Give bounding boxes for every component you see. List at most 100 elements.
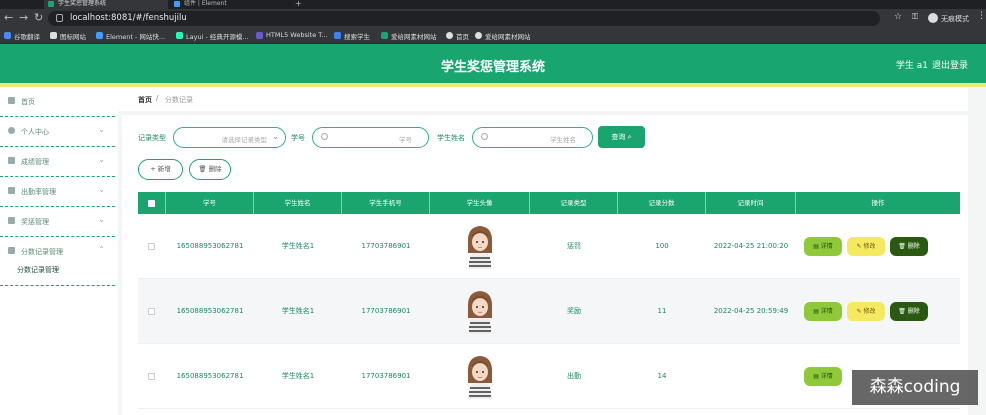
back-icon[interactable]: ← (4, 12, 13, 24)
sidebar-item-reward[interactable]: 奖惩管理 ⌄ (0, 207, 115, 237)
sidebar-item-personal-center[interactable]: 个人中心 ⌄ (0, 117, 115, 147)
logout-link[interactable]: 退出登录 (932, 58, 968, 71)
select-all-checkbox[interactable] (148, 200, 155, 207)
breadcrumb-separator: / (156, 94, 159, 102)
sidebar-item-score-records[interactable]: 分数记录管理 ⌃ (0, 237, 115, 267)
detail-button[interactable]: ▤ 详情 (804, 237, 842, 256)
trash-icon: 🗑 (898, 243, 908, 250)
delete-button[interactable]: 🗑 删除 (890, 237, 928, 256)
add-button[interactable]: + 新增 (138, 159, 183, 180)
browser-tab[interactable]: 组件 | Element (170, 0, 290, 9)
edit-button[interactable]: ✎ 修改 (847, 302, 885, 321)
bookmark-label: 首页 (456, 33, 469, 41)
student-avatar (467, 226, 493, 269)
bookmark-item[interactable]: 爱给网素材网站 (381, 31, 437, 41)
url-field[interactable]: localhost:8081/#/fenshujilu (48, 11, 880, 26)
cell-phone: 17703786901 (361, 372, 411, 380)
chevron-down-icon: ⌄ (98, 155, 105, 164)
bookmark-icon (50, 32, 57, 39)
cell-record-type: 奖励 (567, 307, 581, 315)
bookmark-star-icon[interactable]: ☆ (894, 12, 902, 22)
bookmark-label: 搜索学生 (344, 33, 370, 41)
key-icon[interactable]: ⚿ (912, 12, 918, 22)
student-no-placeholder: 学号 (399, 136, 412, 144)
bookmark-item[interactable]: HTML5 Website T... (256, 31, 328, 39)
bookmark-icon (381, 32, 388, 39)
profile-label[interactable]: 无痕模式 (941, 14, 969, 24)
query-button[interactable]: 查询 ⌕ (598, 126, 645, 148)
record-type-placeholder: 请选择记录类型 (221, 136, 268, 144)
sidebar-item-score-management[interactable]: 成绩管理 ⌄ (0, 147, 115, 177)
row-checkbox[interactable] (148, 373, 155, 380)
record-type-select[interactable]: 请选择记录类型 ⌄ (173, 127, 286, 148)
sidebar-item-label: 分数记录管理 (21, 248, 63, 256)
cell-phone: 17703786901 (361, 242, 411, 250)
column-header: 操作 (871, 199, 885, 207)
bookmark-item[interactable]: 图标网站 (50, 31, 86, 41)
app-header: 学生奖惩管理系统 学生 a1 退出登录 (0, 44, 986, 83)
tab-favicon-icon (48, 1, 54, 7)
bookmark-icon (176, 32, 183, 39)
chevron-down-icon: ⌄ (98, 125, 105, 134)
batch-delete-button[interactable]: 🗑 删除 (189, 159, 231, 180)
browser-tab-active[interactable]: 学生奖惩管理系统 (44, 0, 168, 9)
row-checkbox[interactable] (148, 243, 155, 250)
delete-button[interactable]: 🗑 删除 (890, 302, 928, 321)
score-icon (8, 157, 15, 164)
sidebar-item-label: 首页 (21, 98, 35, 106)
sidebar-item-label: 奖惩管理 (21, 218, 49, 226)
menu-icon[interactable]: ⋮ (977, 11, 986, 21)
user-icon (8, 127, 15, 134)
new-tab-button[interactable]: + (292, 0, 306, 9)
sidebar-item-home[interactable]: 首页 (0, 87, 115, 117)
address-bar-row: ← → ↻ localhost:8081/#/fenshujilu ☆ ⚿ 无痕… (0, 9, 986, 28)
chevron-down-icon: ⌄ (98, 185, 105, 194)
forward-icon[interactable]: → (19, 12, 28, 24)
sidebar-item-label: 出勤率管理 (21, 188, 56, 196)
student-no-input[interactable]: 学号 (312, 127, 429, 148)
cell-student-name: 学生姓名1 (281, 372, 315, 380)
watermark: 森森coding (852, 370, 978, 405)
bookmark-item[interactable]: 爱给网素材网站 (475, 31, 531, 41)
bookmark-item[interactable]: 搜索学生 (334, 31, 370, 41)
incognito-icon[interactable] (928, 13, 938, 23)
bookmark-icon (446, 32, 453, 39)
detail-label: 详情 (820, 308, 833, 315)
detail-button[interactable]: ▤ 详情 (804, 302, 842, 321)
reload-icon[interactable]: ↻ (34, 12, 43, 24)
browser-tab-strip: 学生奖惩管理系统 组件 | Element + (0, 0, 986, 9)
bookmark-item[interactable]: Element - 网站快... (96, 31, 165, 41)
table-row: 165088953062781 学生姓名1 17703786901 出勤 14 … (138, 344, 960, 409)
column-header: 学生姓名 (254, 192, 342, 214)
detail-icon: ▤ (813, 243, 821, 250)
bookmark-label: HTML5 Website T... (266, 31, 328, 39)
student-name-input[interactable]: 学生姓名 (472, 127, 593, 148)
row-checkbox[interactable] (148, 308, 155, 315)
detail-label: 详情 (820, 373, 833, 380)
bookmark-item[interactable]: Layui - 经典开源模... (176, 31, 249, 41)
site-info-icon[interactable] (56, 14, 63, 22)
bookmark-icon (96, 32, 103, 39)
cell-score: 11 (657, 307, 667, 315)
cell-student-no: 165088953062781 (176, 307, 244, 315)
breadcrumb-home[interactable]: 首页 (138, 95, 152, 105)
bookmark-icon (256, 32, 263, 39)
breadcrumb: 首页 / 分数记录 (118, 87, 968, 111)
detail-button[interactable]: ▤ 详情 (804, 367, 842, 386)
table-row: 165088953062781 学生姓名1 17703786901 奖励 11 … (138, 279, 960, 344)
bookmark-label: 爱给网素材网站 (485, 33, 531, 41)
add-button-label: + 新增 (150, 165, 171, 173)
column-header: 学生头像 (430, 192, 530, 214)
sidebar-subitem-score-records[interactable]: 分数记录管理 (17, 265, 59, 275)
tab-label: 组件 | Element (184, 0, 227, 7)
sidebar-item-label: 成绩管理 (21, 158, 49, 166)
home-icon (8, 97, 15, 104)
bookmark-item[interactable]: 首页 (446, 31, 469, 41)
sidebar-item-attendance[interactable]: 出勤率管理 ⌄ (0, 177, 115, 207)
bookmark-item[interactable]: 谷歌翻译 (4, 31, 40, 41)
edit-button[interactable]: ✎ 修改 (847, 237, 885, 256)
app-title: 学生奖惩管理系统 (440, 60, 545, 75)
chevron-up-icon: ⌃ (98, 245, 105, 254)
chevron-down-icon: ⌄ (98, 215, 105, 224)
search-icon: ⌕ (627, 133, 632, 141)
